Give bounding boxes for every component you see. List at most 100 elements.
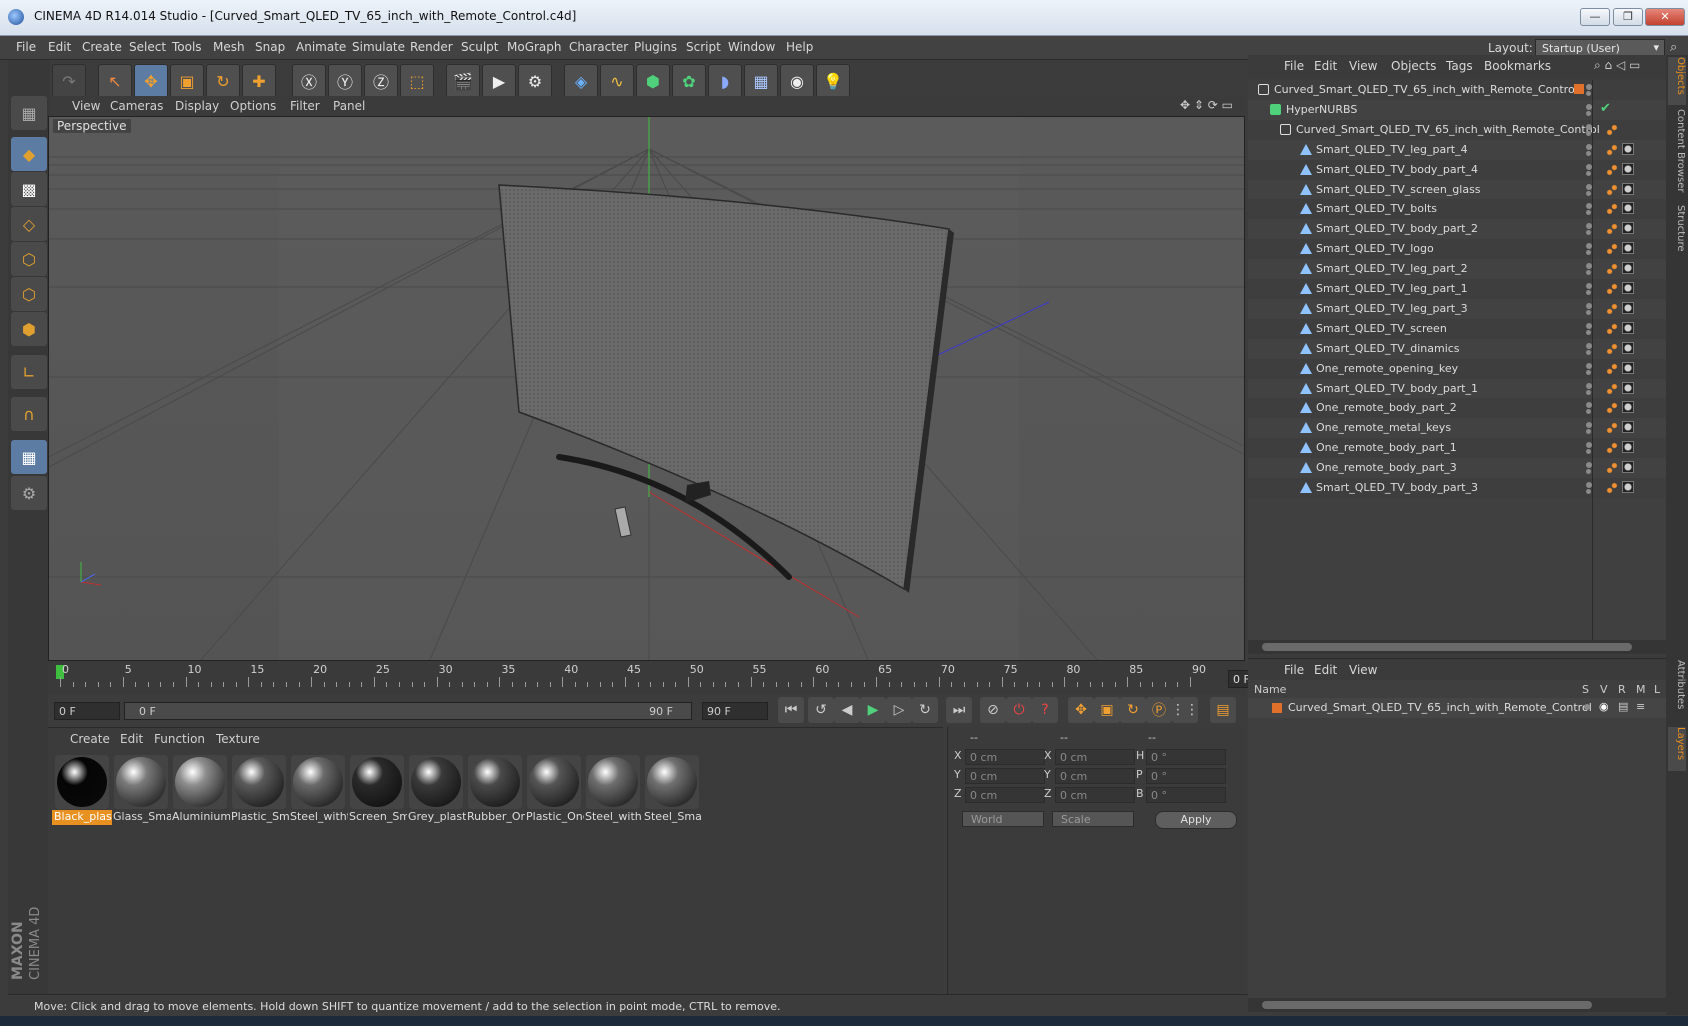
record-point-level-icon[interactable]: ⋮⋮	[1171, 697, 1199, 723]
spline-pen-icon[interactable]: ∿	[600, 64, 634, 98]
render-visibility-dot[interactable]	[1586, 369, 1591, 375]
frame-range-slider[interactable]: 0 F 90 F	[124, 702, 692, 720]
menu-character[interactable]: Character	[569, 40, 628, 54]
coordinate-system-icon[interactable]: ⬚	[400, 64, 434, 98]
menu-render[interactable]: Render	[410, 40, 453, 54]
menu-sculpt[interactable]: Sculpt	[461, 40, 498, 54]
recent-tool-icon[interactable]: ✚	[242, 64, 276, 98]
timeline-window-icon[interactable]: ▤	[1210, 697, 1236, 723]
menu-create[interactable]: Create	[82, 40, 122, 54]
material-tag-icon[interactable]	[1622, 421, 1634, 434]
size-field[interactable]: 0 cm	[1055, 768, 1135, 784]
camera-icon[interactable]: ◉	[780, 64, 814, 98]
material-swatch[interactable]: Plastic_Sma	[229, 753, 289, 827]
live-selection-icon[interactable]: ↖	[98, 64, 132, 98]
position-field[interactable]: 0 cm	[965, 768, 1045, 784]
material-tag-icon[interactable]	[1622, 182, 1634, 195]
material-tag-icon[interactable]	[1622, 242, 1634, 255]
material-menu-texture[interactable]: Texture	[216, 732, 260, 746]
object-row[interactable]: Smart_QLED_TV_logo	[1248, 239, 1666, 260]
viewport-menu-display[interactable]: Display	[175, 99, 219, 113]
object-row[interactable]: HyperNURBS ✔	[1248, 99, 1666, 120]
material-menu-function[interactable]: Function	[154, 732, 205, 746]
deformer-icon[interactable]: ◗	[708, 64, 742, 98]
material-tag-icon[interactable]	[1622, 282, 1634, 294]
material-swatch[interactable]: Aluminium	[170, 753, 230, 827]
material-swatch[interactable]: Rubber_Or	[465, 753, 525, 827]
render-visibility-dot[interactable]	[1586, 91, 1591, 96]
layer-manager-icon[interactable]: ≡	[1636, 700, 1645, 713]
menu-mograph[interactable]: MoGraph	[507, 40, 562, 54]
material-tag-icon[interactable]	[1622, 142, 1634, 155]
objects-menu-view[interactable]: View	[1349, 59, 1377, 73]
render-visibility-dot[interactable]	[1586, 270, 1591, 276]
object-row[interactable]: One_remote_opening_key	[1248, 358, 1666, 379]
material-tag-icon[interactable]	[1622, 361, 1634, 374]
light-icon[interactable]: 💡	[816, 64, 850, 98]
enabled-checkmark-icon[interactable]: ✔	[1600, 101, 1611, 116]
material-swatch[interactable]: Steel_Smar	[642, 753, 702, 827]
phong-tag-icon[interactable]	[1606, 462, 1618, 475]
autokeying-icon[interactable]: ⏻	[1006, 697, 1032, 723]
menu-tools[interactable]: Tools	[172, 40, 202, 54]
render-visibility-dot[interactable]	[1586, 389, 1591, 395]
menu-plugins[interactable]: Plugins	[634, 40, 677, 54]
objects-menu-edit[interactable]: Edit	[1314, 59, 1337, 73]
menu-help[interactable]: Help	[786, 40, 813, 54]
render-visibility-dot[interactable]	[1586, 110, 1591, 116]
layer-view-eye-icon[interactable]: ◉	[1599, 700, 1609, 713]
end-frame-field[interactable]: 90 F	[702, 702, 768, 720]
object-row[interactable]: Smart_QLED_TV_screen_glass	[1248, 179, 1666, 200]
render-visibility-dot[interactable]	[1586, 449, 1591, 455]
previous-key-icon[interactable]: ↺	[808, 697, 834, 723]
object-row[interactable]: Smart_QLED_TV_body_part_4	[1248, 159, 1666, 180]
texture-mode-icon[interactable]: ▩	[11, 172, 47, 206]
x-axis-lock-icon[interactable]: Ⓧ	[292, 64, 326, 98]
menu-edit[interactable]: Edit	[48, 40, 71, 54]
side-tab-attributes[interactable]: Attributes	[1668, 660, 1686, 720]
phong-tag-icon[interactable]	[1606, 243, 1618, 256]
position-field[interactable]: 0 cm	[965, 749, 1045, 765]
object-row[interactable]: Smart_QLED_TV_leg_part_2	[1248, 259, 1666, 280]
object-row[interactable]: Curved_Smart_QLED_TV_65_inch_with_Remote…	[1248, 80, 1666, 100]
workplane-lock-icon[interactable]: ▦	[11, 440, 47, 474]
make-editable-icon[interactable]: ▦	[11, 96, 47, 130]
layers-menu-view[interactable]: View	[1349, 663, 1377, 677]
timeline-ruler[interactable]: 0 5 10 15 20 25 30 35 40 45 50 55 60 65 70 75 80 85 90 0 F	[48, 661, 1288, 695]
object-row[interactable]: Smart_QLED_TV_screen	[1248, 318, 1666, 339]
object-row[interactable]: Smart_QLED_TV_leg_part_4	[1248, 139, 1666, 160]
record-scale-icon[interactable]: ▣	[1094, 697, 1120, 723]
objects-toolbar-icons[interactable]: ⌕ ⌂ ◁ ▭	[1594, 58, 1640, 73]
phong-tag-icon[interactable]	[1606, 402, 1618, 415]
record-rotation-icon[interactable]: ↻	[1120, 697, 1146, 723]
material-tag-icon[interactable]	[1622, 381, 1634, 394]
array-icon[interactable]: ✿	[672, 64, 706, 98]
material-tag-icon[interactable]	[1622, 461, 1634, 474]
material-swatch[interactable]: Steel_witht	[288, 753, 348, 827]
object-row[interactable]: Smart_QLED_TV_body_part_3	[1248, 478, 1666, 498]
object-row[interactable]: Smart_QLED_TV_bolts	[1248, 199, 1666, 220]
material-tag-icon[interactable]	[1622, 262, 1634, 275]
phong-tag-icon[interactable]	[1606, 362, 1618, 375]
apply-button[interactable]: Apply	[1155, 811, 1237, 829]
object-row[interactable]: Smart_QLED_TV_dinamics	[1248, 338, 1666, 359]
material-swatch[interactable]: Steel_with	[583, 753, 643, 827]
object-row[interactable]: One_remote_body_part_3	[1248, 458, 1666, 479]
render-view-icon[interactable]: 🎬	[446, 64, 480, 98]
render-visibility-dot[interactable]	[1586, 309, 1591, 315]
render-visibility-dot[interactable]	[1586, 130, 1591, 136]
objects-menu-tags[interactable]: Tags	[1446, 59, 1473, 73]
side-tab-layers[interactable]: Layers	[1668, 727, 1686, 771]
side-tab-objects[interactable]: Objects	[1668, 57, 1686, 105]
object-row[interactable]: One_remote_body_part_2	[1248, 398, 1666, 419]
object-row[interactable]: Smart_QLED_TV_leg_part_3	[1248, 298, 1666, 319]
points-mode-icon[interactable]: ⬡	[11, 242, 47, 276]
record-position-icon[interactable]: ✥	[1068, 697, 1094, 723]
material-swatch[interactable]: Screen_Sm	[347, 753, 407, 827]
material-swatch[interactable]: Plastic_One	[524, 753, 584, 827]
material-tag-icon[interactable]	[1622, 481, 1634, 493]
subdivision-surface-icon[interactable]: ⬢	[636, 64, 670, 98]
rotation-field[interactable]: 0 °	[1146, 787, 1226, 803]
rotation-field[interactable]: 0 °	[1146, 749, 1226, 765]
material-menu-edit[interactable]: Edit	[120, 732, 143, 746]
